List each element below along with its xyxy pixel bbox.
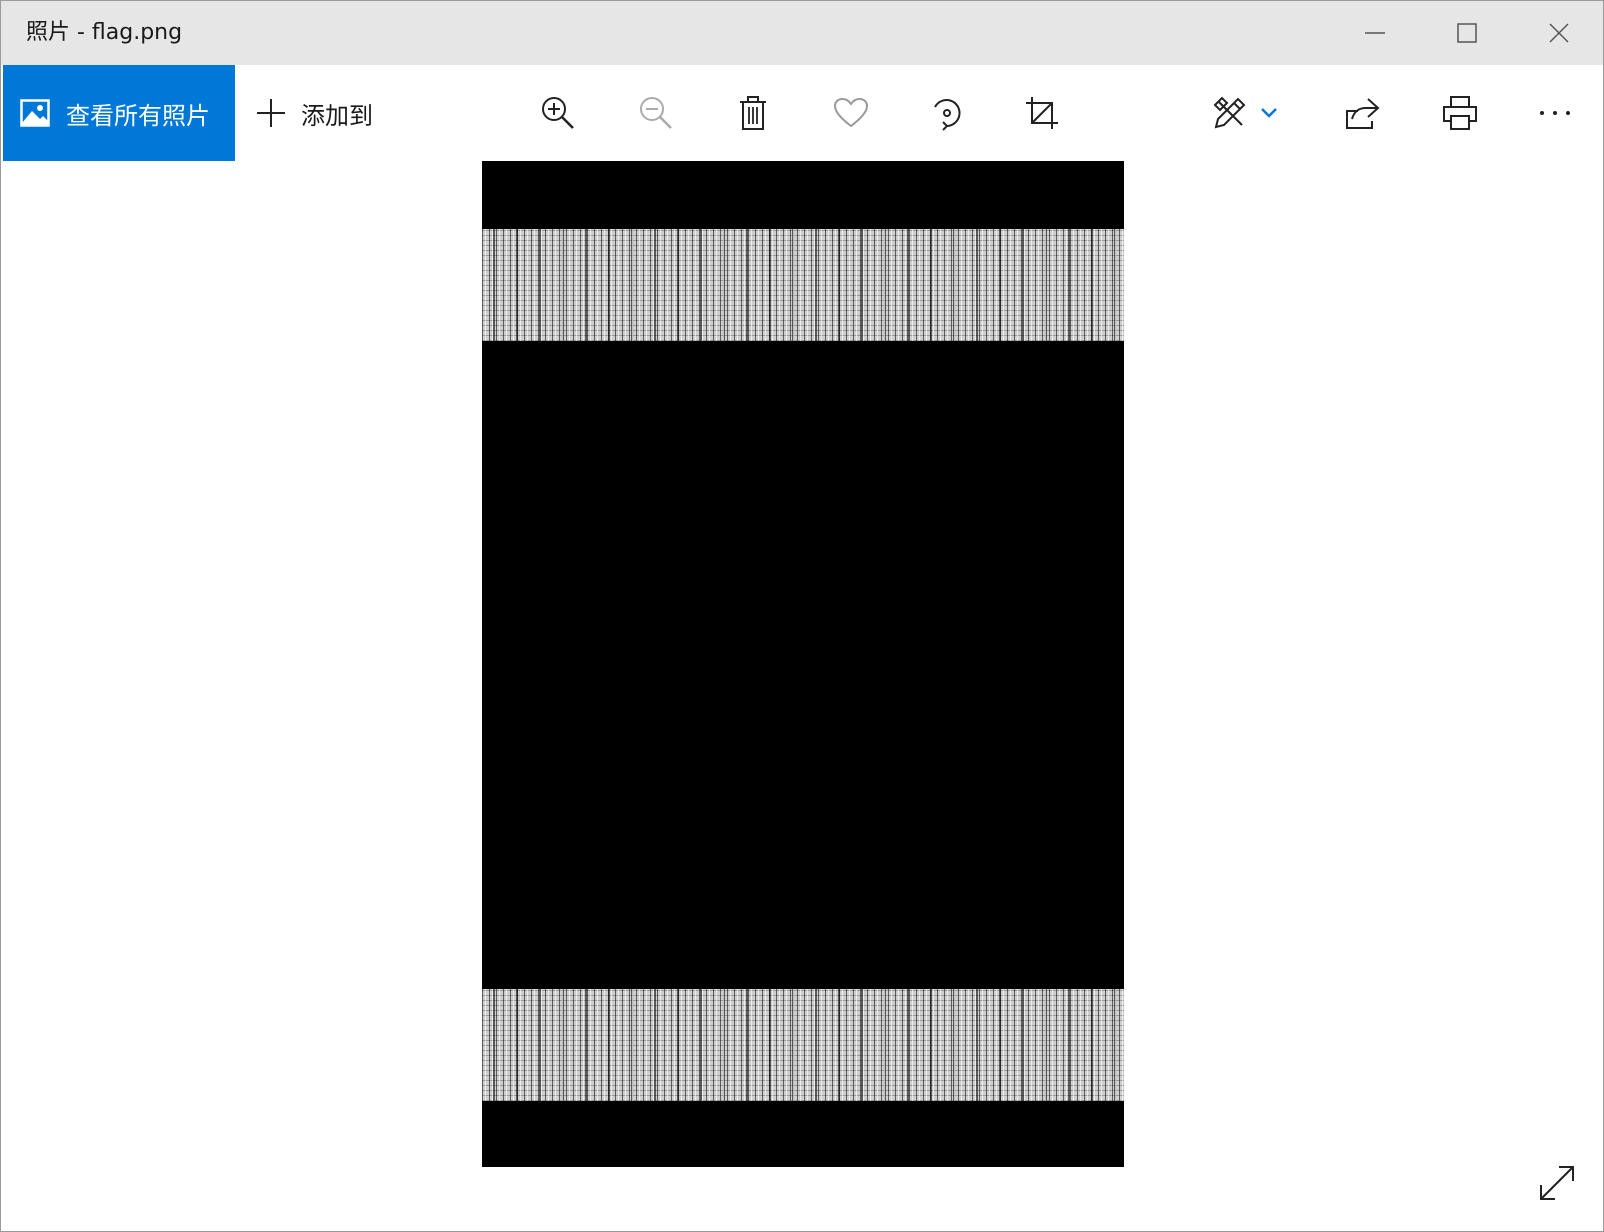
edit-draw-icon: [1213, 96, 1246, 129]
view-all-photos-label: 查看所有照片: [66, 101, 210, 130]
add-to-label: 添加到: [301, 101, 373, 130]
zoom-in-button[interactable]: [534, 89, 582, 137]
share-button[interactable]: [1338, 89, 1386, 137]
delete-icon: [740, 96, 766, 130]
crop-button[interactable]: [1018, 89, 1066, 137]
print-icon: [1443, 96, 1477, 130]
rotate-button[interactable]: [923, 89, 971, 137]
zoom-out-button[interactable]: [632, 89, 680, 137]
more-options-button[interactable]: [1531, 89, 1579, 137]
title-bar[interactable]: 照片 - flag.png: [1, 1, 1603, 65]
plus-icon: [257, 99, 285, 127]
crop-icon: [1026, 97, 1058, 129]
print-button[interactable]: [1436, 89, 1484, 137]
photo-noise-band-bottom: [482, 989, 1124, 1101]
fullscreen-button[interactable]: [1533, 1159, 1581, 1207]
zoom-out-icon: [640, 97, 672, 129]
maximize-button[interactable]: [1421, 1, 1513, 65]
minimize-icon: [1365, 32, 1385, 34]
expand-icon: [1540, 1166, 1574, 1200]
heart-icon: [833, 97, 869, 128]
more-icon: [1540, 111, 1570, 115]
window-title: 照片 - flag.png: [26, 20, 183, 45]
zoom-in-icon: [542, 97, 574, 129]
add-to-button[interactable]: 添加到: [255, 65, 373, 161]
close-button[interactable]: [1513, 1, 1604, 65]
share-icon: [1346, 98, 1380, 129]
maximize-icon: [1457, 23, 1477, 43]
edit-create-button[interactable]: [1206, 89, 1254, 137]
close-icon: [1549, 23, 1569, 43]
rotate-icon: [934, 99, 961, 131]
minimize-button[interactable]: [1329, 1, 1421, 65]
photos-app-window: 照片 - flag.png 查看所有照片 添加到: [0, 0, 1604, 1232]
edit-create-dropdown[interactable]: [1251, 89, 1287, 137]
chevron-down-icon: [1261, 108, 1277, 118]
delete-button[interactable]: [729, 89, 777, 137]
favorite-button[interactable]: [827, 89, 875, 137]
photo-noise-band-top: [482, 229, 1124, 341]
displayed-photo[interactable]: [482, 161, 1124, 1167]
view-all-photos-button[interactable]: 查看所有照片: [3, 65, 235, 161]
photo-gallery-icon: [20, 99, 50, 127]
